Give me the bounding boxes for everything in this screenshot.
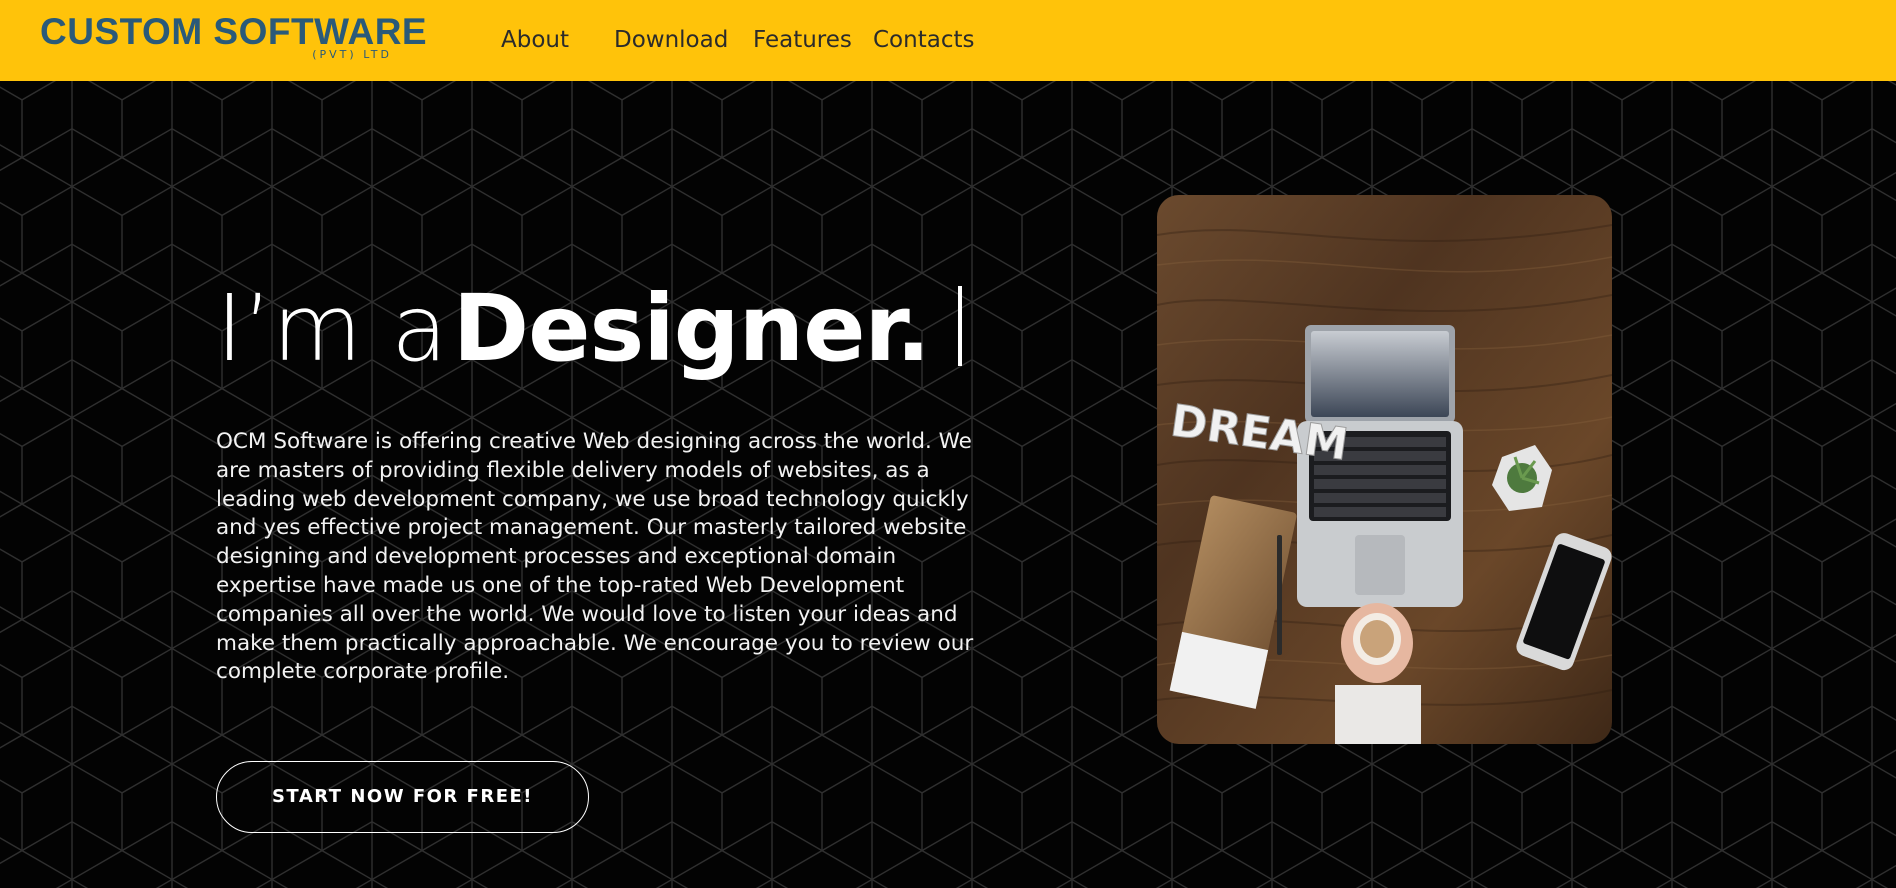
- start-now-button[interactable]: START NOW FOR FREE!: [216, 761, 589, 833]
- page: CUSTOM SOFTWARE (PVT) LTD About Download…: [0, 0, 1896, 888]
- hero-headline: I’m a Designer.: [216, 264, 962, 394]
- hero-photo-laptop-desk: DREAM: [1157, 195, 1612, 744]
- headline-typed-word: Designer.: [452, 275, 931, 382]
- nav-link-about[interactable]: About: [501, 24, 569, 56]
- nav-link-contacts[interactable]: Contacts: [873, 24, 974, 56]
- nav-link-download[interactable]: Download: [614, 24, 728, 56]
- desk-illustration: DREAM: [1157, 195, 1612, 744]
- top-navigation-bar: CUSTOM SOFTWARE (PVT) LTD About Download…: [0, 0, 1896, 81]
- hero-description: OCM Software is offering creative Web de…: [216, 429, 974, 685]
- typing-cursor: [957, 286, 962, 366]
- headline-prefix: I’m a: [216, 275, 448, 382]
- nav-link-features[interactable]: Features: [753, 24, 852, 56]
- company-logo[interactable]: CUSTOM SOFTWARE (PVT) LTD: [40, 10, 427, 66]
- logo-subtitle: (PVT) LTD: [312, 48, 392, 61]
